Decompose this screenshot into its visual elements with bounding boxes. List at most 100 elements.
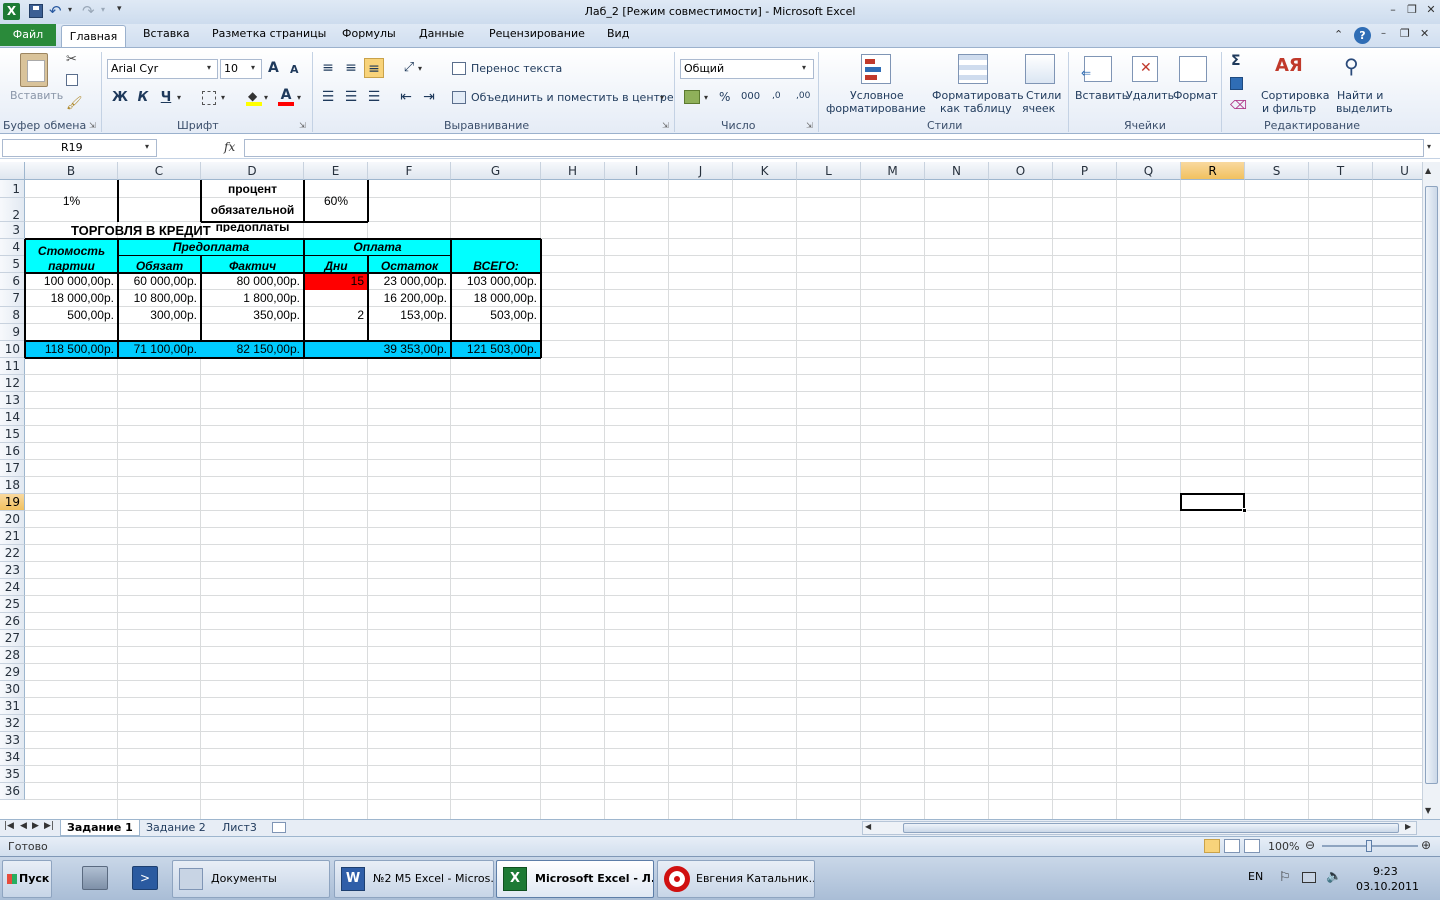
row-header[interactable]: 31	[0, 698, 25, 715]
clear-icon[interactable]: ⌫	[1230, 98, 1247, 112]
cut-icon[interactable]: ✂	[66, 52, 77, 67]
column-header[interactable]: H	[541, 162, 605, 180]
font-launcher-icon[interactable]: ⇲	[299, 121, 306, 130]
first-sheet-icon[interactable]: |◀	[4, 821, 14, 831]
sheet-tab-2[interactable]: Задание 2	[140, 820, 212, 836]
row-header[interactable]: 3	[0, 222, 25, 239]
format-as-table-icon[interactable]	[958, 54, 988, 84]
sheet-title[interactable]: ТОРГОВЛЯ В КРЕДИТ	[25, 222, 304, 239]
clipboard-launcher-icon[interactable]: ⇲	[89, 121, 96, 130]
borders-dropdown-icon[interactable]: ▾	[221, 93, 225, 102]
hdr-fact[interactable]: Фактич	[201, 256, 304, 273]
cell-styles-icon[interactable]	[1025, 54, 1055, 84]
tab-view[interactable]: Вид	[599, 24, 637, 44]
total-cell-b[interactable]: 118 500,00р.	[25, 341, 118, 358]
row-header[interactable]: 34	[0, 749, 25, 766]
row-header[interactable]: 28	[0, 647, 25, 664]
row-header[interactable]: 9	[0, 324, 25, 341]
data-cell-g[interactable]: 103 000,00р.	[451, 273, 541, 290]
font-color-icon[interactable]: A	[278, 87, 294, 106]
font-family-select[interactable]: Arial Cyr	[107, 59, 218, 79]
tab-page-layout[interactable]: Разметка страницы	[204, 24, 334, 44]
row-header[interactable]: 33	[0, 732, 25, 749]
conditional-formatting-label-1[interactable]: Условное	[850, 89, 904, 102]
name-box[interactable]: R19	[2, 139, 157, 157]
italic-button[interactable]: К	[133, 88, 153, 108]
format-cells-button[interactable]: Формат	[1173, 89, 1218, 102]
currency-format-icon[interactable]	[684, 90, 700, 104]
tab-file[interactable]: Файл	[0, 24, 56, 46]
fill-color-icon[interactable]: ◆	[246, 88, 262, 106]
thousands-separator-button[interactable]: 000	[741, 91, 760, 102]
merge-center-button[interactable]: Объединить и поместить в центре	[471, 91, 674, 104]
copy-icon[interactable]	[66, 74, 78, 86]
format-cells-icon[interactable]	[1179, 56, 1207, 82]
tab-formulas[interactable]: Формулы	[334, 24, 404, 44]
column-header[interactable]: I	[605, 162, 669, 180]
format-as-table-label-1[interactable]: Форматировать	[932, 89, 1024, 102]
fill-icon[interactable]	[1230, 77, 1243, 90]
insert-cells-button[interactable]: Вставить	[1075, 89, 1128, 102]
expand-formula-bar-icon[interactable]: ▾	[1427, 142, 1431, 151]
data-cell-g[interactable]: 503,00р.	[451, 307, 541, 324]
language-indicator[interactable]: EN	[1248, 870, 1263, 883]
underline-dropdown-icon[interactable]: ▾	[177, 93, 181, 102]
column-header[interactable]: Q	[1117, 162, 1181, 180]
taskbar-item-word[interactable]: W №2 М5 Excel - Micros...	[334, 860, 494, 898]
alignment-launcher-icon[interactable]: ⇲	[662, 121, 669, 130]
column-header[interactable]: R	[1181, 162, 1245, 180]
row-header[interactable]: 17	[0, 460, 25, 477]
data-cell-b[interactable]: 18 000,00р.	[25, 290, 118, 307]
conditional-formatting-label-2[interactable]: форматирование	[826, 102, 926, 115]
taskbar-item-documents[interactable]: Документы	[172, 860, 330, 898]
row-header[interactable]: 11	[0, 358, 25, 375]
minimize-ribbon-icon[interactable]: ⌃	[1334, 28, 1343, 41]
row-header[interactable]: 20	[0, 511, 25, 528]
hdr-total[interactable]: ВСЕГО:	[451, 256, 541, 273]
row-header[interactable]: 18	[0, 477, 25, 494]
doc-minimize-icon[interactable]: –	[1381, 28, 1386, 39]
page-break-view-icon[interactable]	[1244, 839, 1260, 853]
data-cell-g[interactable]: 18 000,00р.	[451, 290, 541, 307]
total-cell-d[interactable]: 82 150,00р.	[201, 341, 304, 358]
insert-function-button[interactable]: fx	[224, 140, 235, 154]
row-header[interactable]: 2	[0, 198, 25, 222]
hdr-prepay[interactable]: Предоплата	[118, 239, 304, 256]
cell-d1[interactable]: процент	[201, 180, 304, 198]
zoom-in-icon[interactable]: ⊕	[1421, 838, 1431, 852]
hdr-days[interactable]: Дни	[304, 256, 368, 273]
column-header[interactable]: P	[1053, 162, 1117, 180]
find-select-label-2[interactable]: выделить	[1336, 102, 1393, 115]
cell-b2[interactable]: 1%	[25, 180, 118, 222]
align-right-icon[interactable]: ☰	[364, 87, 384, 107]
increase-indent-icon[interactable]: ⇥	[419, 87, 439, 107]
action-center-flag-icon[interactable]: ⚐	[1279, 870, 1291, 885]
column-header[interactable]: G	[451, 162, 541, 180]
percent-style-button[interactable]: %	[719, 90, 730, 104]
paste-icon[interactable]	[20, 53, 48, 87]
row-header[interactable]: 35	[0, 766, 25, 783]
row-header[interactable]: 1	[0, 180, 25, 198]
scroll-up-icon[interactable]: ▲	[1425, 166, 1431, 175]
paste-button-label[interactable]: Вставить	[10, 89, 63, 102]
wrap-text-icon[interactable]	[452, 62, 466, 75]
delete-cells-icon[interactable]: ✕	[1132, 56, 1158, 82]
data-cell-c[interactable]: 300,00р.	[118, 307, 201, 324]
find-select-icon[interactable]: ⚲	[1344, 54, 1359, 78]
row-header[interactable]: 19	[0, 494, 25, 511]
row-header[interactable]: 22	[0, 545, 25, 562]
font-size-dropdown-icon[interactable]: ▾	[251, 63, 255, 72]
hdr-oblig[interactable]: Обязат	[118, 256, 201, 273]
column-header[interactable]: N	[925, 162, 989, 180]
row-header[interactable]: 12	[0, 375, 25, 392]
network-icon[interactable]	[1302, 872, 1316, 883]
insert-cells-icon[interactable]: ⇐	[1081, 56, 1112, 82]
decrease-indent-icon[interactable]: ⇤	[396, 87, 416, 107]
total-cell-f[interactable]: 39 353,00р.	[368, 341, 451, 358]
zoom-level[interactable]: 100%	[1268, 840, 1299, 853]
column-header[interactable]: T	[1309, 162, 1373, 180]
close-icon[interactable]: ✕	[1422, 2, 1440, 18]
row-header[interactable]: 23	[0, 562, 25, 579]
font-size-select[interactable]: 10	[220, 59, 262, 79]
cell-styles-label-1[interactable]: Стили	[1026, 89, 1061, 102]
